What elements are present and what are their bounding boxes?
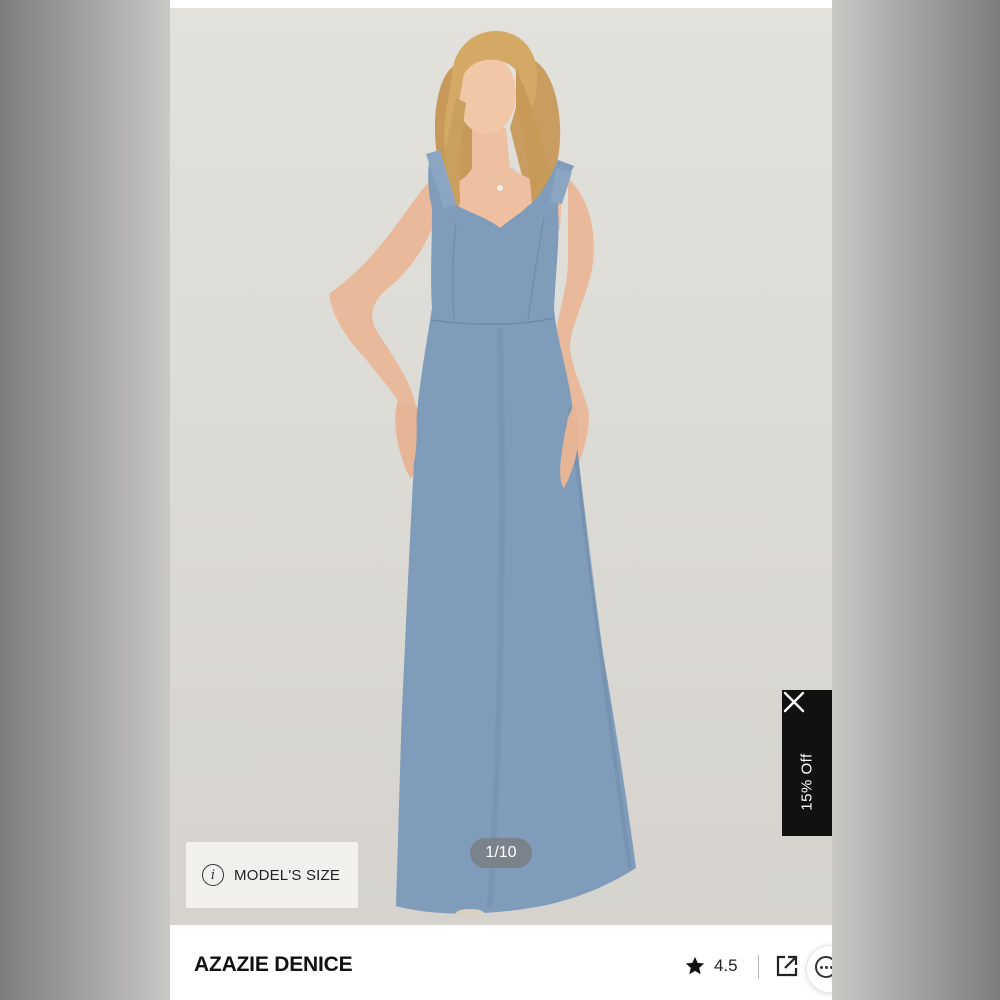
product-screen: i MODEL'S SIZE 1/10 15% Off AZAZIE DENIC… bbox=[170, 0, 832, 1000]
divider bbox=[758, 955, 759, 979]
status-strip bbox=[170, 0, 832, 8]
models-size-label: MODEL'S SIZE bbox=[234, 866, 341, 884]
models-size-button[interactable]: i MODEL'S SIZE bbox=[186, 842, 358, 908]
blurred-backdrop-right bbox=[832, 0, 1000, 1000]
product-title: AZAZIE DENICE bbox=[194, 953, 353, 976]
blurred-backdrop-left bbox=[0, 0, 170, 1000]
product-image-gallery[interactable]: i MODEL'S SIZE 1/10 15% Off bbox=[170, 8, 832, 925]
image-counter: 1/10 bbox=[470, 838, 532, 868]
star-icon bbox=[685, 956, 705, 975]
close-icon[interactable] bbox=[782, 690, 806, 714]
discount-promo-label: 15% Off bbox=[798, 753, 816, 811]
model-photo bbox=[329, 31, 636, 917]
rating-badge[interactable]: 4.5 bbox=[678, 947, 752, 985]
share-external-icon[interactable] bbox=[774, 953, 800, 979]
more-options-icon bbox=[815, 956, 832, 978]
more-options-button[interactable] bbox=[806, 945, 832, 993]
rating-value: 4.5 bbox=[714, 956, 738, 975]
discount-promo-tab[interactable]: 15% Off bbox=[782, 690, 832, 836]
info-icon: i bbox=[202, 864, 224, 886]
product-info-bar: AZAZIE DENICE 4.5 bbox=[170, 925, 832, 1000]
